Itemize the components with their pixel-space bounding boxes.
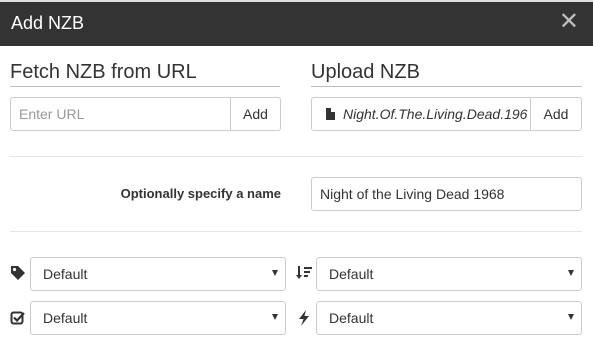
- url-input[interactable]: Enter URL: [10, 97, 231, 131]
- upload-file-group: Night.Of.The.Living.Dead.196 Add: [311, 97, 582, 131]
- upload-nzb-heading: Upload NZB: [311, 61, 420, 83]
- priority-selected: Default: [329, 266, 374, 282]
- bolt-icon: [299, 310, 309, 326]
- name-label: Optionally specify a name: [120, 186, 281, 201]
- file-picker[interactable]: Night.Of.The.Living.Dead.196: [311, 97, 531, 131]
- upload-add-button[interactable]: Add: [531, 97, 582, 131]
- priority-select[interactable]: Default: [316, 257, 582, 291]
- divider-top: [10, 156, 582, 157]
- category-select[interactable]: Default: [30, 257, 286, 291]
- postprocess-selected: Default: [43, 310, 88, 326]
- close-icon[interactable]: ✕: [559, 10, 579, 34]
- dialog-title: Add NZB: [11, 13, 85, 33]
- category-selected: Default: [43, 266, 88, 282]
- name-input[interactable]: Night of the Living Dead 1968: [311, 177, 582, 211]
- script-selected: Default: [329, 310, 374, 326]
- file-icon: [326, 108, 335, 120]
- fetch-url-heading: Fetch NZB from URL: [10, 61, 197, 83]
- chevron-down-icon: [272, 270, 278, 276]
- postprocess-select[interactable]: Default: [30, 301, 286, 335]
- selected-file-name: Night.Of.The.Living.Dead.196: [343, 106, 528, 122]
- sort-amount-icon: [296, 266, 312, 279]
- add-nzb-dialog: Add NZB ✕ Fetch NZB from URL Enter URL A…: [0, 0, 593, 350]
- fetch-url-heading-rule: [10, 86, 280, 87]
- upload-nzb-heading-rule: [311, 86, 582, 87]
- dialog-header: Add NZB ✕: [0, 0, 593, 46]
- check-square-icon: [10, 311, 25, 325]
- chevron-down-icon: [568, 270, 574, 276]
- divider-bottom: [10, 231, 582, 232]
- tag-icon: [11, 266, 25, 280]
- chevron-down-icon: [568, 314, 574, 320]
- fetch-url-group: Enter URL Add: [10, 97, 281, 131]
- script-select[interactable]: Default: [316, 301, 582, 335]
- chevron-down-icon: [272, 314, 278, 320]
- fetch-add-button[interactable]: Add: [231, 97, 281, 131]
